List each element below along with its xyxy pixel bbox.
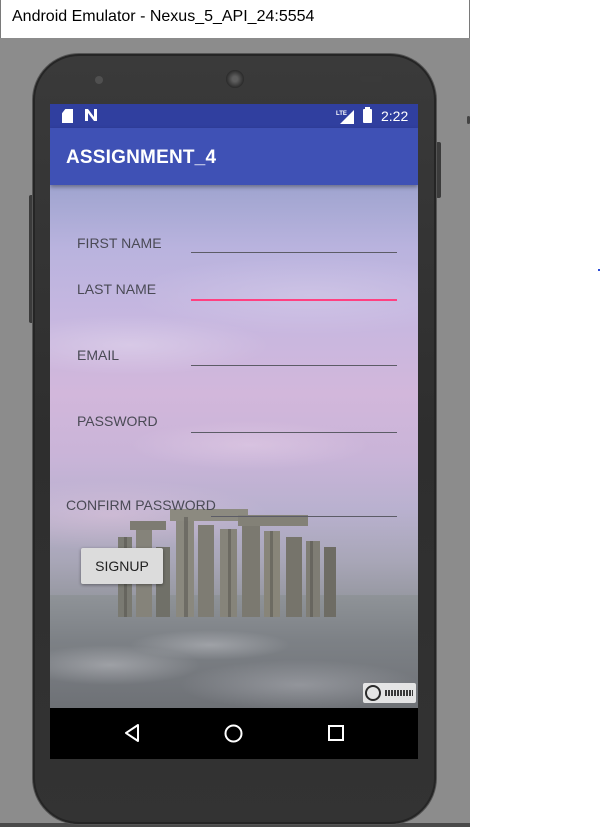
- earpiece-speaker: [226, 70, 244, 88]
- confirm-password-input[interactable]: [211, 495, 397, 517]
- sd-card-icon: [62, 109, 73, 123]
- svg-text:LTE: LTE: [336, 111, 347, 117]
- status-bar: LTE 2:22: [50, 104, 418, 128]
- recents-icon[interactable]: [327, 724, 345, 747]
- phone-screen: LTE 2:22 ASSIGNMENT_4 FIRST NAME LAST NA…: [50, 104, 418, 759]
- signup-button[interactable]: SIGNUP: [81, 548, 163, 584]
- confirm-password-label: CONFIRM PASSWORD: [66, 497, 216, 513]
- signup-form-background: FIRST NAME LAST NAME EMAIL PASSWORD CONF…: [50, 185, 418, 708]
- first-name-input[interactable]: [191, 231, 397, 253]
- lte-signal-icon: LTE: [336, 108, 354, 124]
- front-camera: [95, 76, 103, 84]
- last-name-input[interactable]: [191, 277, 397, 301]
- navigation-bar: [50, 708, 418, 759]
- emulator-window: Android Emulator - Nexus_5_API_24:5554 L…: [0, 0, 470, 827]
- last-name-label: LAST NAME: [77, 281, 157, 297]
- watermark-logo: [363, 683, 416, 703]
- proximity-sensor: [360, 76, 382, 82]
- stray-pixel: [598, 269, 600, 271]
- back-icon[interactable]: [122, 723, 142, 748]
- window-titlebar[interactable]: Android Emulator - Nexus_5_API_24:5554: [0, 0, 470, 38]
- app-bar: ASSIGNMENT_4: [50, 128, 418, 185]
- email-input[interactable]: [191, 344, 397, 366]
- n-notification-icon: [84, 108, 98, 126]
- password-label: PASSWORD: [77, 413, 158, 429]
- window-title: Android Emulator - Nexus_5_API_24:5554: [12, 8, 315, 25]
- phone-power-button: [436, 142, 441, 198]
- window-edge-mark: [467, 116, 470, 124]
- status-time: 2:22: [381, 108, 409, 124]
- app-title: ASSIGNMENT_4: [66, 147, 217, 168]
- first-name-label: FIRST NAME: [77, 235, 162, 251]
- email-label: EMAIL: [77, 347, 120, 363]
- n-notification-glyph: [85, 109, 97, 121]
- battery-icon: [363, 107, 372, 123]
- password-input[interactable]: [191, 411, 397, 433]
- home-icon[interactable]: [223, 723, 244, 749]
